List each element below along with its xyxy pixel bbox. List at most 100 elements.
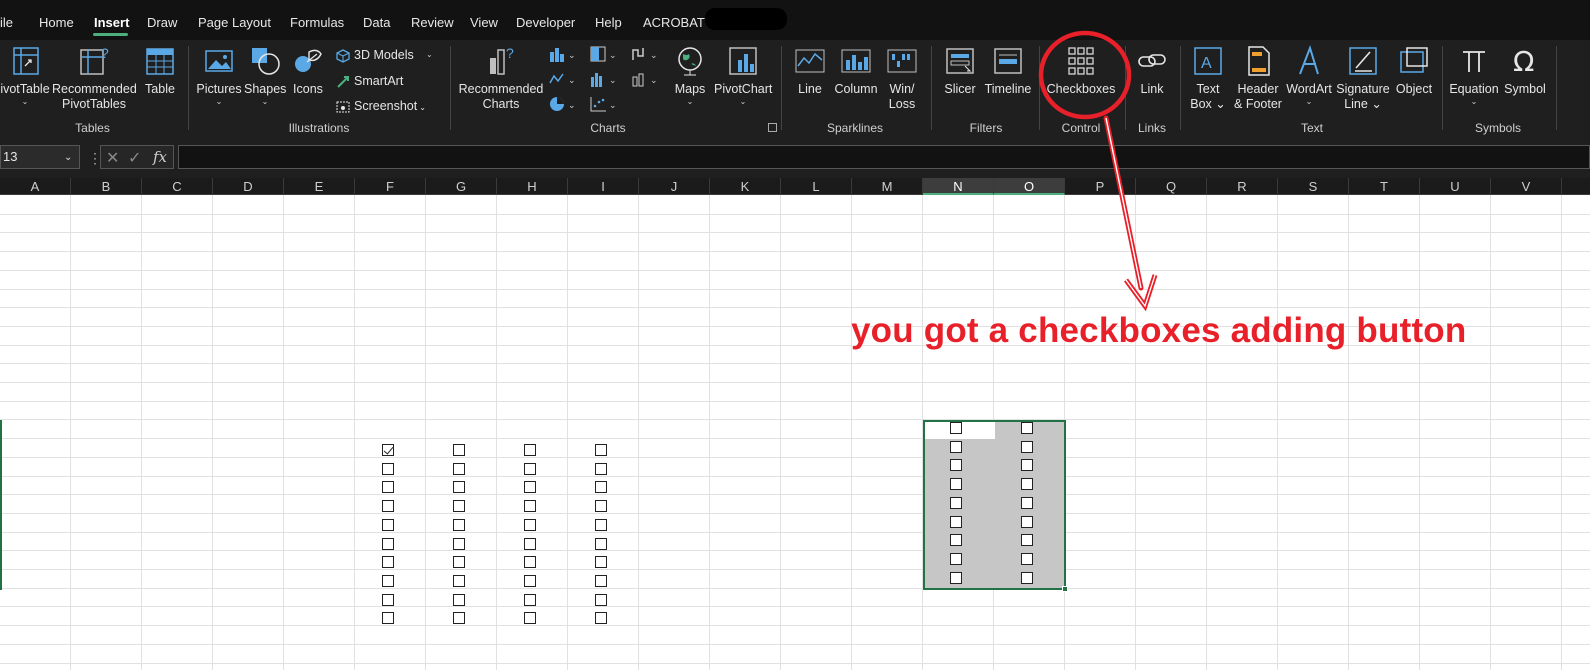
right-grid-checkbox[interactable]: [1020, 534, 1033, 547]
left-grid-checkbox[interactable]: [594, 462, 607, 475]
worksheet-grid[interactable]: [0, 195, 1590, 670]
right-grid-checkbox[interactable]: [949, 552, 962, 565]
column-header-q[interactable]: Q: [1136, 178, 1207, 195]
left-grid-checkbox[interactable]: [381, 500, 394, 513]
left-grid-checkbox[interactable]: [523, 500, 536, 513]
right-grid-checkbox[interactable]: [949, 515, 962, 528]
right-grid-checkbox[interactable]: [949, 422, 962, 434]
shapes-button[interactable]: Shapes ⌄: [244, 44, 286, 107]
tab-data[interactable]: Data: [363, 15, 390, 30]
column-header-j[interactable]: J: [639, 178, 710, 195]
hierarchy-chart-icon[interactable]: ⌄: [590, 46, 618, 62]
pivottable-button[interactable]: ivotTable ⌄: [0, 44, 50, 107]
chevron-down-icon[interactable]: ⌄: [64, 152, 72, 163]
left-grid-checkbox[interactable]: [452, 574, 465, 587]
left-grid-checkbox[interactable]: [523, 574, 536, 587]
column-header-a[interactable]: A: [0, 178, 71, 195]
right-grid-checkbox[interactable]: [949, 571, 962, 584]
left-grid-checkbox[interactable]: [452, 518, 465, 531]
right-grid-checkbox[interactable]: [949, 459, 962, 472]
scatter-chart-icon[interactable]: ⌄: [590, 96, 618, 112]
column-header-s[interactable]: S: [1278, 178, 1349, 195]
column-header-f[interactable]: F: [355, 178, 426, 195]
formula-input[interactable]: [178, 145, 1590, 169]
left-grid-checkbox[interactable]: [381, 462, 394, 475]
tab-formulas[interactable]: Formulas: [290, 15, 344, 30]
left-grid-checkbox[interactable]: [523, 593, 536, 606]
column-header-g[interactable]: G: [426, 178, 497, 195]
left-grid-checkbox[interactable]: [381, 556, 394, 569]
left-grid-checkbox[interactable]: [381, 574, 394, 587]
column-header-t[interactable]: T: [1349, 178, 1420, 195]
left-grid-checkbox[interactable]: [452, 612, 465, 625]
equation-button[interactable]: Equation ⌄: [1448, 44, 1500, 107]
insert-function-icon[interactable]: fx: [153, 148, 167, 166]
column-header-c[interactable]: C: [142, 178, 213, 195]
smartart-button[interactable]: SmartArt: [336, 73, 403, 89]
tab-developer[interactable]: Developer: [516, 15, 575, 30]
left-grid-checkbox[interactable]: [452, 593, 465, 606]
cancel-icon[interactable]: ✕: [106, 148, 119, 168]
right-grid-checkbox[interactable]: [949, 534, 962, 547]
recommended-charts-button[interactable]: ? Recommended Charts: [458, 44, 544, 112]
left-grid-checkbox[interactable]: [523, 481, 536, 494]
symbol-button[interactable]: Ω Symbol: [1503, 44, 1547, 97]
pictures-button[interactable]: Pictures ⌄: [196, 44, 242, 107]
left-grid-checkbox[interactable]: [452, 537, 465, 550]
left-grid-checkbox[interactable]: [523, 556, 536, 569]
signature-line-button[interactable]: Signature Line ⌄: [1336, 44, 1390, 112]
right-grid-checkbox[interactable]: [1020, 440, 1033, 453]
column-header-k[interactable]: K: [710, 178, 781, 195]
left-grid-checkbox[interactable]: [381, 612, 394, 625]
right-grid-checkbox[interactable]: [1020, 459, 1033, 472]
object-button[interactable]: Object: [1392, 44, 1436, 97]
combo-chart-icon[interactable]: ⌄: [631, 71, 659, 87]
tab-home[interactable]: Home: [39, 15, 74, 30]
maps-button[interactable]: Maps ⌄: [670, 44, 710, 107]
left-grid-checkbox[interactable]: [452, 500, 465, 513]
checkboxes-button[interactable]: Checkboxes: [1046, 44, 1116, 97]
tab-page-layout[interactable]: Page Layout: [198, 15, 271, 30]
left-grid-checkbox[interactable]: [594, 537, 607, 550]
column-header-m[interactable]: M: [852, 178, 923, 195]
right-grid-checkbox[interactable]: [1020, 515, 1033, 528]
tab-insert[interactable]: Insert: [94, 15, 129, 30]
right-grid-checkbox[interactable]: [1020, 496, 1033, 509]
left-grid-checkbox[interactable]: [452, 444, 465, 456]
left-grid-checkbox[interactable]: [523, 462, 536, 475]
left-grid-checkbox[interactable]: [594, 612, 607, 625]
chevron-down-icon[interactable]: ⌄: [426, 50, 433, 60]
text-box-button[interactable]: A Text Box ⌄: [1188, 44, 1228, 112]
right-grid-checkbox[interactable]: [949, 496, 962, 509]
waterfall-chart-icon[interactable]: ⌄: [631, 46, 659, 62]
column-header-h[interactable]: H: [497, 178, 568, 195]
right-grid-checkbox[interactable]: [949, 478, 962, 491]
left-grid-checkbox[interactable]: [594, 556, 607, 569]
column-header-i[interactable]: I: [568, 178, 639, 195]
3d-models-button[interactable]: 3D Models: [336, 47, 414, 63]
table-button[interactable]: Table: [140, 44, 180, 97]
icons-button[interactable]: Icons: [290, 44, 326, 97]
pie-chart-icon[interactable]: ⌄: [549, 96, 577, 112]
left-grid-checkbox[interactable]: [452, 481, 465, 494]
left-grid-checkbox[interactable]: [594, 593, 607, 606]
right-grid-checkbox[interactable]: [1020, 478, 1033, 491]
right-grid-checkbox[interactable]: [949, 440, 962, 453]
column-header-o[interactable]: O: [994, 178, 1065, 195]
left-grid-checkbox[interactable]: [381, 444, 394, 456]
slicer-button[interactable]: Slicer: [940, 44, 980, 97]
left-grid-checkbox[interactable]: [523, 537, 536, 550]
sparkline-column-button[interactable]: Column: [834, 44, 878, 97]
left-grid-checkbox[interactable]: [594, 518, 607, 531]
left-grid-checkbox[interactable]: [594, 444, 607, 456]
tab-review[interactable]: Review: [411, 15, 454, 30]
right-grid-checkbox[interactable]: [1020, 552, 1033, 565]
right-grid-checkbox[interactable]: [1020, 571, 1033, 584]
column-header-n[interactable]: N: [923, 178, 994, 195]
left-grid-checkbox[interactable]: [452, 556, 465, 569]
left-grid-checkbox[interactable]: [381, 537, 394, 550]
tab-help[interactable]: Help: [595, 15, 622, 30]
left-grid-checkbox[interactable]: [523, 518, 536, 531]
recommended-pivottables-button[interactable]: ? Recommended PivotTables: [52, 44, 137, 112]
left-grid-checkbox[interactable]: [594, 500, 607, 513]
